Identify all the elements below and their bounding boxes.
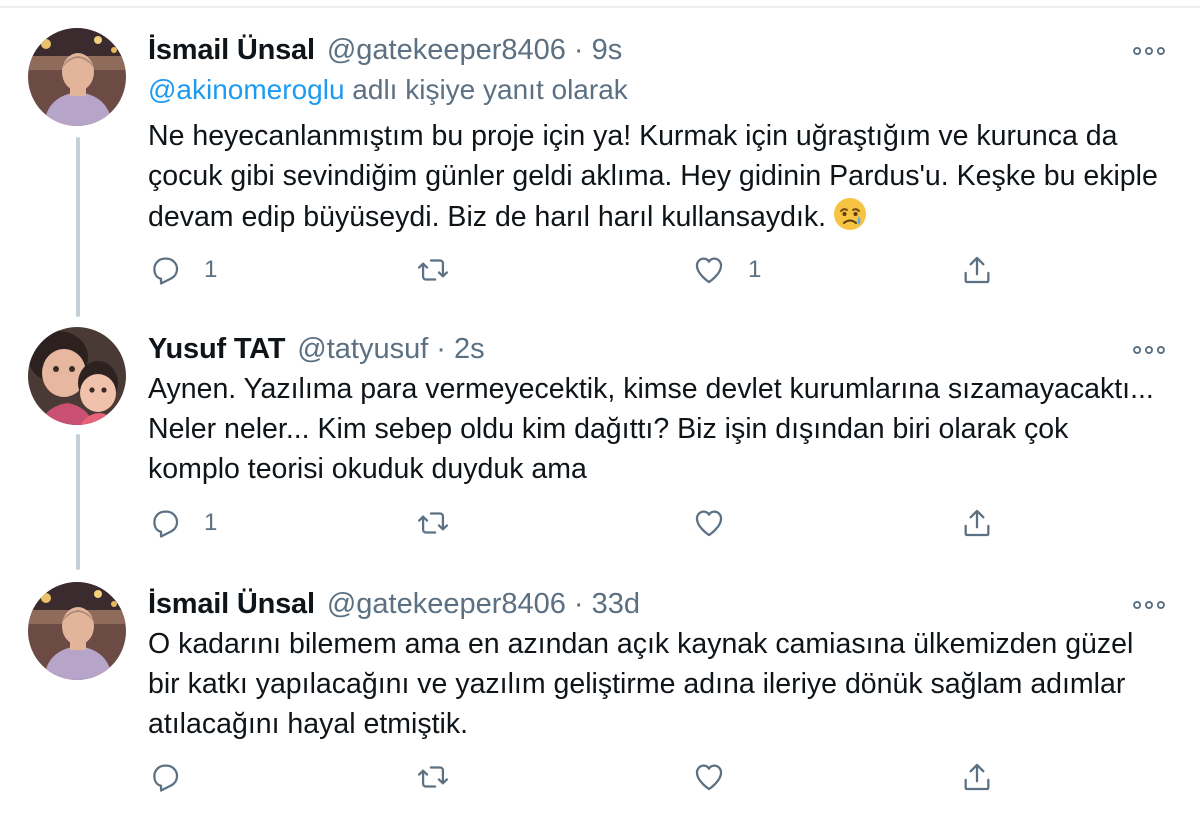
more-icon (1133, 47, 1165, 55)
like-count: 1 (748, 256, 762, 283)
like-icon (695, 764, 723, 791)
author-name[interactable]: İsmail Ünsal (148, 34, 315, 67)
share-button[interactable] (960, 757, 994, 797)
thread-connector (76, 137, 80, 317)
share-icon (964, 763, 990, 791)
retweet-icon (417, 259, 449, 281)
reply-count: 1 (204, 509, 218, 536)
children-photo-avatar (28, 327, 126, 425)
like-button[interactable] (692, 503, 748, 543)
top-divider (0, 0, 1200, 8)
reply-button[interactable] (148, 757, 204, 797)
separator-dot: · (573, 33, 584, 66)
tweet-text: O kadarını bilemem ama en azından açık k… (148, 628, 1134, 740)
tweet-header: İsmail Ünsal @gatekeeper8406 · 33d (148, 584, 640, 624)
tweet-text: Aynen. Yazılıma para vermeyecektik, kims… (148, 373, 1154, 485)
reply-icon (153, 257, 179, 285)
replying-to: @akinomeroglu adlı kişiye yanıt olarak (148, 74, 628, 106)
tweet-actions: 1 (148, 503, 1028, 543)
retweet-button[interactable] (416, 250, 472, 290)
tweet-actions: 1 1 (148, 250, 1028, 290)
more-icon (1133, 601, 1165, 609)
sad-but-relieved-face-emoji (832, 196, 868, 232)
tweet[interactable]: İsmail Ünsal @gatekeeper8406 · 9s @akino… (0, 28, 1200, 318)
tweet[interactable]: İsmail Ünsal @gatekeeper8406 · 33d O kad… (0, 582, 1200, 817)
share-button[interactable] (960, 250, 994, 290)
reply-button[interactable]: 1 (148, 503, 217, 543)
share-icon (964, 256, 990, 284)
reply-to-text: adlı kişiye yanıt olarak (344, 74, 628, 105)
more-options-button[interactable] (1127, 590, 1171, 620)
author-name[interactable]: Yusuf TAT (148, 333, 285, 366)
share-icon (964, 509, 990, 537)
tweet-header: İsmail Ünsal @gatekeeper8406 · 9s (148, 30, 622, 70)
avatar[interactable] (28, 582, 126, 680)
share-button[interactable] (960, 503, 994, 543)
reply-to-mention[interactable]: @akinomeroglu (148, 74, 345, 105)
person-photo-avatar (28, 582, 126, 680)
separator-dot: · (573, 587, 584, 620)
tweet-actions (148, 757, 1028, 797)
retweet-button[interactable] (416, 757, 472, 797)
like-icon (695, 510, 723, 537)
more-icon (1133, 346, 1165, 354)
reply-button[interactable]: 1 (148, 250, 217, 290)
thread-connector (76, 434, 80, 570)
like-button[interactable] (692, 757, 748, 797)
retweet-icon (417, 766, 449, 788)
more-options-button[interactable] (1127, 335, 1171, 365)
like-button[interactable]: 1 (692, 250, 761, 290)
tweet-time[interactable]: 9s (592, 34, 623, 67)
more-options-button[interactable] (1127, 36, 1171, 66)
avatar[interactable] (28, 327, 126, 425)
separator-dot: · (436, 332, 446, 365)
reply-icon (153, 510, 179, 538)
author-handle[interactable]: @gatekeeper8406 (327, 588, 566, 621)
tweet-time[interactable]: 33d (592, 588, 640, 621)
tweet[interactable]: Yusuf TAT @tatyusuf · 2s Aynen. Yazılıma… (0, 327, 1200, 577)
reply-count: 1 (204, 256, 218, 283)
like-icon (695, 257, 723, 284)
retweet-button[interactable] (416, 503, 472, 543)
reply-icon (153, 764, 179, 792)
tweet-text-content: Ne heyecanlanmıştım bu proje için ya! Ku… (148, 120, 1158, 233)
avatar[interactable] (28, 28, 126, 126)
person-photo-avatar (28, 28, 126, 126)
author-handle[interactable]: @gatekeeper8406 (327, 34, 566, 67)
retweet-icon (417, 512, 449, 534)
author-handle[interactable]: @tatyusuf (297, 333, 428, 366)
tweet-text: Ne heyecanlanmıştım bu proje için ya! Ku… (148, 116, 1158, 237)
tweet-header: Yusuf TAT @tatyusuf · 2s (148, 329, 485, 369)
author-name[interactable]: İsmail Ünsal (148, 588, 315, 621)
tweet-time[interactable]: 2s (454, 333, 485, 366)
